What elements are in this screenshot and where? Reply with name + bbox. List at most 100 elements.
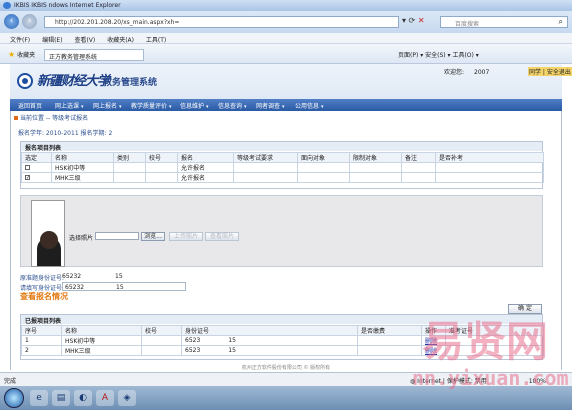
col-name: 名称: [61, 325, 142, 336]
row-id: 6523 15: [181, 335, 358, 346]
breadcrumb: 当前位置 -- 等级考试报名: [14, 113, 88, 122]
ie-icon: [3, 2, 11, 9]
item-status: 允许报名: [177, 162, 234, 173]
table-row: ✓ MHK三级 允许报名: [21, 172, 544, 183]
browser-tab[interactable]: 正方教务管理系统: [44, 49, 144, 61]
view-photo-button[interactable]: 查看照片: [205, 232, 239, 241]
reg-items-title: 报名项目列表: [21, 142, 542, 152]
status-text: 完成: [4, 378, 17, 385]
address-bar: ‹ › http://202.201.208.20/xs_main.aspx?x…: [0, 11, 572, 33]
item-status: 允许报名: [177, 172, 234, 183]
acrobat-taskbar-icon[interactable]: A: [96, 390, 114, 406]
media-taskbar-icon[interactable]: ◐: [74, 390, 92, 406]
nav-survey[interactable]: 网者调查 ▾: [256, 101, 285, 110]
tab-title: 正方教务管理系统: [49, 54, 98, 61]
nav-course-select[interactable]: 网上选课 ▾: [55, 101, 84, 110]
favorites-label: 收藏夹: [17, 52, 36, 59]
item-name: MHK三级: [51, 172, 114, 183]
favorites-button[interactable]: ★ 收藏夹: [8, 50, 35, 59]
logout-link[interactable]: 同学 | 安全退出: [528, 67, 572, 76]
orig-id-label: 原准题身份证号:: [20, 275, 65, 282]
row-name: MHK三级: [61, 345, 142, 356]
col-campus: 校号: [145, 152, 178, 163]
school-logo-icon: [17, 73, 33, 89]
ie-taskbar-icon[interactable]: e: [30, 390, 48, 406]
explorer-taskbar-icon[interactable]: ▤: [52, 390, 70, 406]
star-icon: ★: [8, 50, 16, 59]
toolbar-commands[interactable]: 页面(P) ▾ 安全(S) ▾ 工具(O) ▾: [398, 50, 479, 59]
col-name: 名称: [51, 152, 114, 163]
menu-favorites[interactable]: 收藏夹(A): [107, 35, 134, 44]
id-number-input[interactable]: 65232 15: [62, 282, 186, 291]
search-input[interactable]: 百度搜索 ⌕: [440, 16, 568, 28]
favorites-bar: ★ 收藏夹 正方教务管理系统 页面(P) ▾ 安全(S) ▾ 工具(O) ▾: [0, 44, 572, 64]
forward-icon[interactable]: ›: [22, 14, 37, 29]
menu-tools[interactable]: 工具(T): [146, 35, 166, 44]
main-nav: 返回首页 网上选课 ▾ 网上报名 ▾ 教学质量评价 ▾ 信息维护 ▾ 信息查询 ▾ 网者调…: [10, 99, 562, 111]
watermark-logo: 易贤网: [422, 317, 549, 366]
student-photo: [31, 200, 65, 267]
choose-photo-label: 选择照片: [69, 235, 94, 242]
start-button-icon[interactable]: [4, 388, 24, 408]
table-header: 选定 名称 类别 校号 报名 等级考试要求 面向对象 限制对象 备注 是否补考: [21, 152, 544, 163]
system-title: 教务管理系统: [103, 78, 158, 88]
menu-file[interactable]: 文件(F): [10, 35, 30, 44]
upload-photo-button[interactable]: 上传照片: [169, 232, 203, 241]
col-campus: 校号: [141, 325, 182, 336]
orig-id-suffix: 15: [115, 273, 123, 280]
refresh-stop-icons[interactable]: ▾ ⟳ ✕: [402, 16, 425, 25]
url-input[interactable]: http://202.201.208.20/xs_main.aspx?xh=: [44, 16, 399, 28]
browse-button[interactable]: 浏览...: [141, 232, 165, 241]
col-retake: 是否补考: [435, 152, 544, 163]
menu-view[interactable]: 查看(V): [74, 35, 95, 44]
photo-head: [40, 231, 58, 249]
table-row: HSK初中等 允许报名: [21, 162, 544, 173]
search-icon[interactable]: ⌕: [559, 17, 563, 27]
nav-public-info[interactable]: 公用信息 ▾: [295, 101, 324, 110]
row-name: HSK初中等: [61, 335, 142, 346]
welcome-label: 欢迎您:: [444, 69, 465, 76]
item-name: HSK初中等: [51, 162, 114, 173]
row-no: 2: [21, 345, 62, 356]
nav-info-query[interactable]: 信息查询 ▾: [218, 101, 247, 110]
col-restrict: 限制对象: [349, 152, 402, 163]
select-checkbox[interactable]: [25, 165, 30, 170]
window-title: IKBIS IKBIS ndows Internet Explorer: [14, 2, 121, 9]
id-value: 65232: [65, 284, 85, 291]
menu-bar: 文件(F) 编辑(E) 查看(V) 收藏夹(A) 工具(T): [0, 33, 572, 44]
col-remark: 备注: [401, 152, 436, 163]
col-id-number: 身份证号: [181, 325, 358, 336]
menu-edit[interactable]: 编辑(E): [42, 35, 62, 44]
nav-registration[interactable]: 网上报名 ▾: [93, 101, 122, 110]
photo-upload-panel: 选择照片 浏览... 上传照片 查看照片: [20, 195, 543, 267]
view-registration-link[interactable]: 查看报名情况: [20, 291, 68, 302]
col-select: 选定: [21, 152, 52, 163]
search-placeholder: 百度搜索: [455, 21, 480, 28]
app-taskbar-icon[interactable]: ◈: [118, 390, 136, 406]
watermark-url: nn.yixuan.com: [412, 366, 569, 390]
term-info: 报名学年: 2010-2011 报名学期: 2: [18, 130, 113, 137]
school-name: 新疆财经大学: [37, 74, 110, 89]
select-checkbox[interactable]: ✓: [25, 175, 30, 181]
user-id: 2007: [474, 69, 490, 76]
col-status: 报名: [177, 152, 234, 163]
col-paid: 是否缴费: [357, 325, 422, 336]
back-icon[interactable]: ‹: [4, 14, 19, 29]
welcome-text: 欢迎您: 2007: [444, 67, 489, 76]
id-suffix: 15: [116, 284, 124, 291]
orig-id-value: 65232: [62, 273, 82, 280]
url-text: http://202.201.208.20/xs_main.aspx?xh=: [55, 19, 180, 26]
nav-evaluation[interactable]: 教学质量评价 ▾: [131, 101, 172, 110]
bullet-icon: [14, 116, 18, 120]
row-id: 6523 15: [181, 345, 358, 356]
photo-file-input[interactable]: [95, 232, 139, 240]
toolbar-commands-label: 页面(P) ▾ 安全(S) ▾ 工具(O) ▾: [398, 52, 479, 59]
nav-home[interactable]: 返回首页: [18, 101, 42, 110]
col-target: 面向对象: [297, 152, 350, 163]
nav-info-maint[interactable]: 信息维护 ▾: [180, 101, 209, 110]
window-titlebar: IKBIS IKBIS ndows Internet Explorer: [0, 0, 572, 11]
col-category: 类别: [113, 152, 146, 163]
breadcrumb-text: 当前位置 -- 等级考试报名: [20, 115, 89, 122]
col-no: 序号: [21, 325, 62, 336]
reg-items-panel: 报名项目列表 选定 名称 类别 校号 报名 等级考试要求 面向对象 限制对象 备…: [20, 141, 544, 189]
